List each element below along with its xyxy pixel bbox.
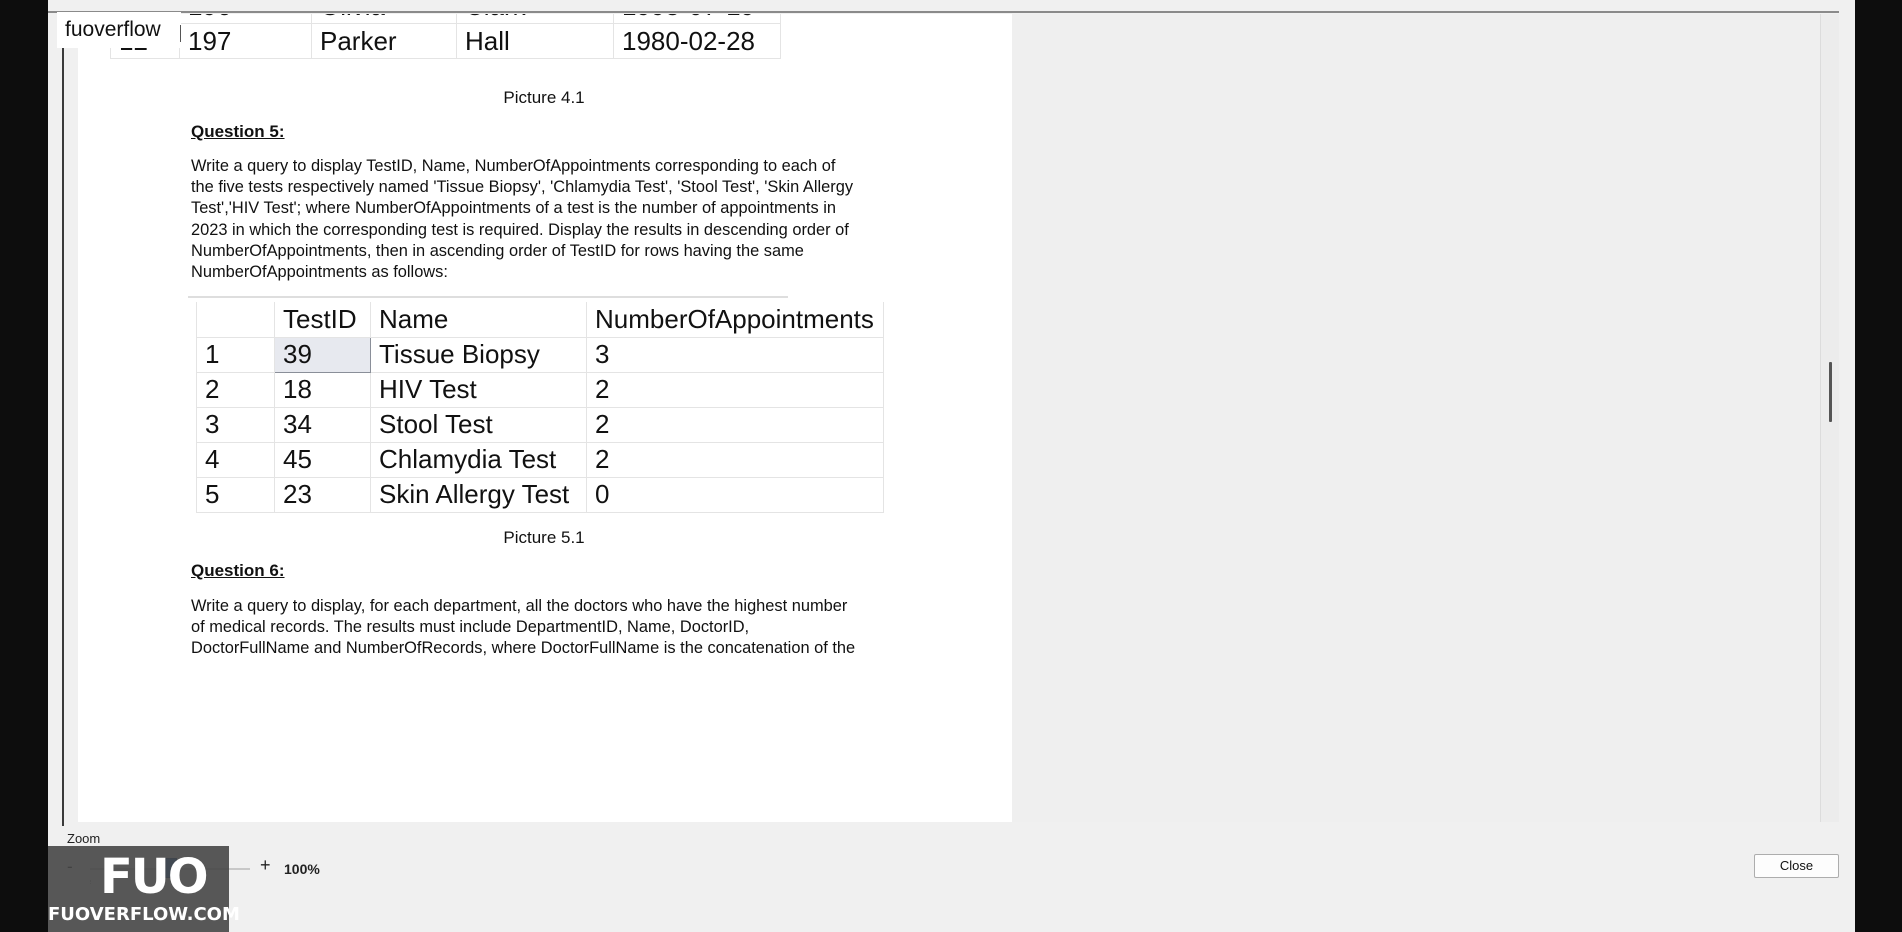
- question-6-text: Write a query to display, for each depar…: [191, 597, 856, 658]
- table-cell: Tissue Biopsy: [370, 336, 587, 373]
- viewer-background: [1012, 14, 1820, 822]
- table-cell: HIV Test: [370, 371, 587, 408]
- table-cell: 0: [586, 476, 884, 513]
- row-number: 3: [196, 406, 275, 443]
- column-header: [196, 302, 275, 338]
- table-row: 1 39 Tissue Biopsy 3: [196, 336, 884, 373]
- table-cell: 23: [274, 476, 371, 513]
- table-cell: Skin Allergy Test: [370, 476, 587, 513]
- close-button[interactable]: Close: [1754, 854, 1839, 878]
- table-cell: Hall: [456, 23, 614, 59]
- question-5-title: Question 5:: [191, 122, 285, 141]
- column-header: TestID: [274, 302, 371, 338]
- row-number: 4: [196, 441, 275, 478]
- table-cell: Stool Test: [370, 406, 587, 443]
- row-number: 5: [196, 476, 275, 513]
- logo-mark: FUO: [100, 849, 209, 905]
- document-page: 11 196 Olivia Clark 1995-07-19 12 197 Pa…: [78, 14, 1012, 822]
- left-border-line: [62, 40, 64, 826]
- table-cell: 18: [274, 371, 371, 408]
- logo-text: FUOVERFLOW.COM: [48, 904, 240, 925]
- question-5-text: Write a query to display TestID, Name, N…: [191, 157, 854, 282]
- scrollbar-thumb[interactable]: [1829, 362, 1832, 422]
- picture-4-1-caption: Picture 4.1: [503, 88, 585, 107]
- row-number: 2: [196, 371, 275, 408]
- table-cell: 2: [586, 371, 884, 408]
- table-cell: 45: [274, 441, 371, 478]
- column-header: NumberOfAppointments: [586, 302, 884, 338]
- picture-5-1-caption: Picture 5.1: [503, 528, 585, 547]
- table-cell: 2: [586, 441, 884, 478]
- text-caret: [180, 25, 181, 42]
- watermark-tag: fuoverflow: [57, 12, 181, 48]
- table-cell: Olivia: [311, 14, 457, 24]
- table-row: 11 196 Olivia Clark 1995-07-19: [110, 14, 781, 24]
- zoom-percentage: 100%: [284, 861, 320, 877]
- table-cell: Chlamydia Test: [370, 441, 587, 478]
- question-6-title: Question 6:: [191, 561, 285, 580]
- table-row: 12 197 Parker Hall 1980-02-28: [110, 23, 781, 59]
- table-cell: 1980-02-28: [613, 23, 781, 59]
- table-cell: 3: [586, 336, 884, 373]
- table-cell: Clark: [456, 14, 614, 24]
- row-number: 1: [196, 336, 275, 373]
- table-cell: 34: [274, 406, 371, 443]
- table-row: 4 45 Chlamydia Test 2: [196, 441, 884, 478]
- result-table: TestID Name NumberOfAppointments 1 39 Ti…: [196, 302, 884, 513]
- table-header-row: TestID Name NumberOfAppointments: [196, 302, 884, 338]
- table-cell: 2: [586, 406, 884, 443]
- zoom-label: Zoom: [67, 831, 101, 846]
- vertical-scrollbar[interactable]: [1820, 14, 1839, 822]
- table-cell: 196: [179, 14, 312, 24]
- table-cell: 197: [179, 23, 312, 59]
- zoom-in-button[interactable]: +: [260, 855, 271, 876]
- selected-cell: 39: [274, 336, 371, 373]
- fuoverflow-logo: FUO FUOVERFLOW.COM: [48, 846, 240, 932]
- table-top-rule: [188, 296, 788, 298]
- prev-table: 11 196 Olivia Clark 1995-07-19 12 197 Pa…: [110, 14, 781, 59]
- window-top-border: [48, 11, 1839, 13]
- table-row: 3 34 Stool Test 2: [196, 406, 884, 443]
- column-header: Name: [370, 302, 587, 338]
- table-cell: 1995-07-19: [613, 14, 781, 24]
- table-cell: Parker: [311, 23, 457, 59]
- table-row: 5 23 Skin Allergy Test 0: [196, 476, 884, 513]
- table-row: 2 18 HIV Test 2: [196, 371, 884, 408]
